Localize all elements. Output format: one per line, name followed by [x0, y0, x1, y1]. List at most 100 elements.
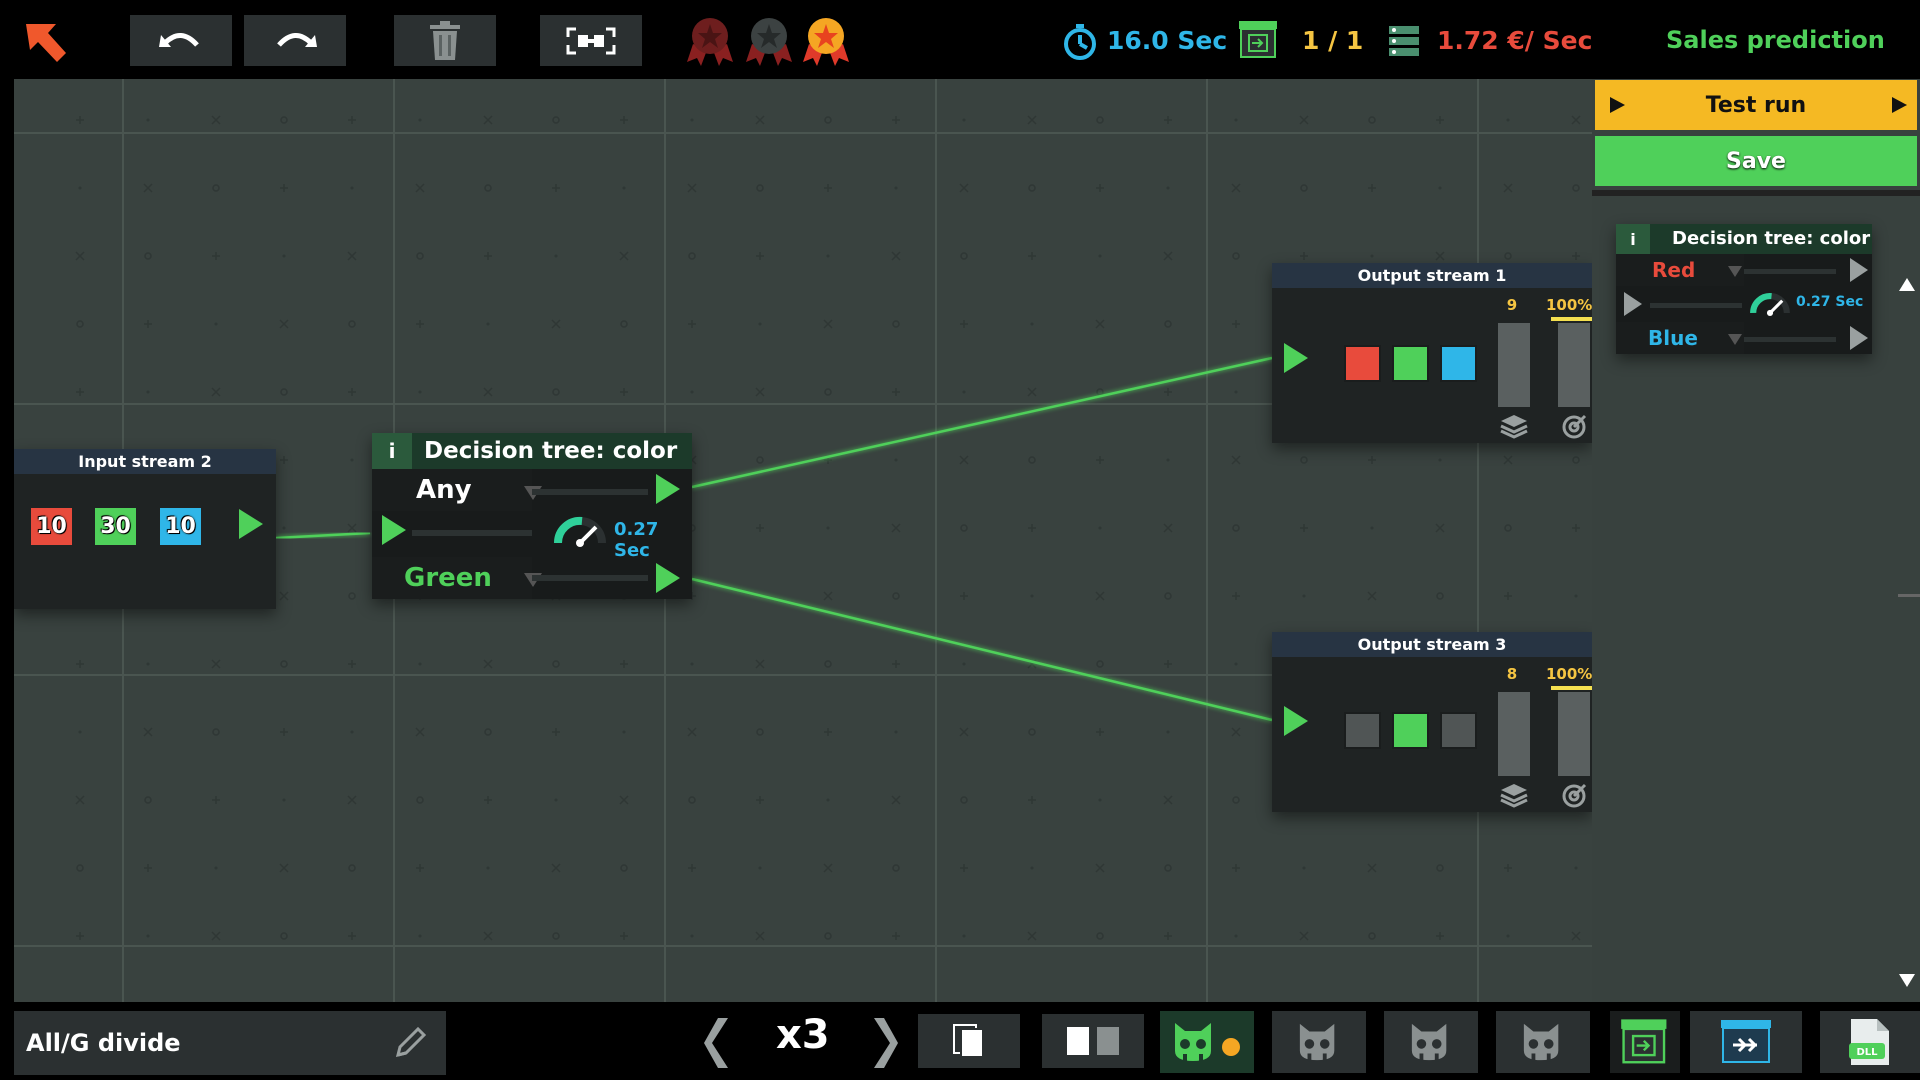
connection-decision-to-output1	[691, 356, 1273, 489]
play-icon	[1610, 97, 1625, 113]
green-square	[1392, 345, 1429, 382]
time-stat: 16.0 Sec	[1107, 25, 1228, 55]
delete-button[interactable]	[394, 15, 496, 66]
target-icon	[1561, 782, 1589, 812]
dll-label: DLL	[1856, 1047, 1878, 1058]
robot-tab-4[interactable]	[1496, 1011, 1590, 1073]
deploy-icon	[1621, 1019, 1667, 1064]
single-page-view-button[interactable]	[918, 1014, 1020, 1068]
speed-gauge-icon	[552, 513, 608, 551]
blue-count: 10	[160, 508, 201, 545]
deploy-count: 1 / 1	[1302, 25, 1364, 55]
top-option-select[interactable]: Any	[372, 469, 532, 511]
card-bottom-option[interactable]: Blue	[1616, 322, 1744, 354]
speed-increase-button[interactable]	[868, 1016, 900, 1074]
pencil-icon[interactable]	[392, 1025, 428, 1065]
speed-multiplier: x3	[776, 1012, 830, 1058]
test-run-label: Test run	[1705, 92, 1807, 118]
queue-bar	[1498, 692, 1530, 776]
panel-separator	[1592, 190, 1920, 196]
chevron-right-icon	[874, 1018, 898, 1068]
level-title: Sales prediction	[1666, 26, 1885, 54]
deploy-tab[interactable]	[1610, 1011, 1680, 1073]
scroll-down-arrow-icon[interactable]	[1899, 974, 1915, 987]
pipeline-icon	[1721, 1020, 1771, 1063]
top-bar-track	[532, 489, 648, 495]
input-port	[1624, 292, 1642, 316]
card-top-option[interactable]: Red	[1616, 254, 1744, 286]
trash-icon	[430, 20, 460, 60]
top-toolbar: 16.0 Sec 1 / 1 1.72 €/ Sec Sales predict…	[0, 0, 1920, 79]
speed-label: 0.27 Sec	[614, 519, 659, 561]
accuracy-bar-top	[1551, 317, 1592, 321]
input-stream-node[interactable]: Input stream 2 10 30 10	[14, 449, 276, 609]
target-icon	[1561, 413, 1589, 443]
bottom-bar-track	[532, 575, 648, 581]
level-name-field[interactable]: All/G divide	[14, 1011, 446, 1075]
accuracy-bar-top	[1551, 686, 1592, 690]
robot-cat-icon	[1523, 1023, 1559, 1062]
stopwatch-icon	[1063, 24, 1097, 64]
decision-node-title: Decision tree: color	[424, 438, 678, 464]
server-icon	[1387, 24, 1421, 62]
undo-button[interactable]	[130, 15, 232, 66]
redo-icon	[277, 32, 317, 47]
robot-tab-2[interactable]	[1272, 1011, 1366, 1073]
back-arrow-icon[interactable]	[20, 20, 70, 66]
undo-icon	[159, 32, 199, 47]
output-port[interactable]	[239, 509, 263, 539]
mid-bar-track	[412, 530, 532, 536]
bronze-medal-icon	[685, 14, 735, 70]
output-port	[1850, 326, 1868, 350]
active-robot-tab[interactable]	[1160, 1011, 1254, 1073]
deploy-icon	[1238, 20, 1280, 64]
robot-cat-icon	[1175, 1023, 1240, 1062]
accuracy-percent: 100%	[1546, 296, 1592, 314]
scroll-up-arrow-icon[interactable]	[1899, 278, 1915, 291]
speed-decrease-button[interactable]	[702, 1016, 734, 1074]
queue-count: 8	[1506, 665, 1518, 683]
input-port[interactable]	[382, 515, 406, 545]
pipeline-tab[interactable]	[1690, 1011, 1802, 1073]
top-output-port[interactable]	[656, 474, 680, 504]
info-badge[interactable]: i	[372, 433, 412, 469]
play-icon	[1892, 97, 1907, 113]
workflow-canvas[interactable]: Input stream 2 10 30 10 i Decision tree:…	[14, 79, 1592, 1002]
input-port[interactable]	[1284, 343, 1308, 373]
red-count: 10	[31, 508, 72, 545]
info-badge[interactable]: i	[1616, 224, 1650, 254]
connection-decision-to-output3	[691, 577, 1273, 722]
input-stream-title: Input stream 2	[14, 449, 276, 474]
green-square	[1392, 712, 1429, 749]
palette-decision-tree-card[interactable]: i Decision tree: color Red 0.27 Sec Blue	[1616, 224, 1872, 354]
dll-tab[interactable]: DLL	[1820, 1011, 1920, 1073]
save-button[interactable]: Save	[1595, 136, 1917, 186]
card-speed-label: 0.27 Sec	[1796, 294, 1864, 310]
silver-medal-icon	[744, 14, 794, 70]
dropdown-arrow-icon	[1728, 334, 1742, 345]
queue-count: 9	[1506, 296, 1518, 314]
split-view-icon	[1067, 1027, 1119, 1055]
bottom-option-select[interactable]: Green	[372, 557, 532, 599]
bottom-output-port[interactable]	[656, 563, 680, 593]
fit-view-button[interactable]	[540, 15, 642, 66]
split-view-button[interactable]	[1042, 1014, 1144, 1068]
redo-button[interactable]	[244, 15, 346, 66]
decision-tree-node[interactable]: i Decision tree: color Any 0.27 Sec Gree…	[372, 433, 692, 599]
scrollbar[interactable]	[1892, 196, 1920, 1002]
robot-cat-icon	[1411, 1023, 1447, 1062]
fit-view-icon	[566, 27, 616, 54]
speed-gauge-icon	[1748, 290, 1792, 320]
card-bottom-track	[1744, 337, 1836, 342]
right-panel: Test run Save i Decision tree: color Red…	[1592, 79, 1920, 1002]
scroll-thumb[interactable]	[1898, 594, 1920, 597]
blue-square	[1440, 345, 1477, 382]
gold-medal-icon	[800, 14, 852, 70]
test-run-button[interactable]: Test run	[1595, 80, 1917, 130]
robot-tab-3[interactable]	[1384, 1011, 1478, 1073]
output-stream-3-node[interactable]: Output stream 3 8 100%	[1272, 632, 1592, 812]
input-port[interactable]	[1284, 706, 1308, 736]
output-stream-1-node[interactable]: Output stream 1 9 100%	[1272, 263, 1592, 443]
chevron-left-icon	[704, 1018, 728, 1068]
green-count: 30	[95, 508, 136, 545]
